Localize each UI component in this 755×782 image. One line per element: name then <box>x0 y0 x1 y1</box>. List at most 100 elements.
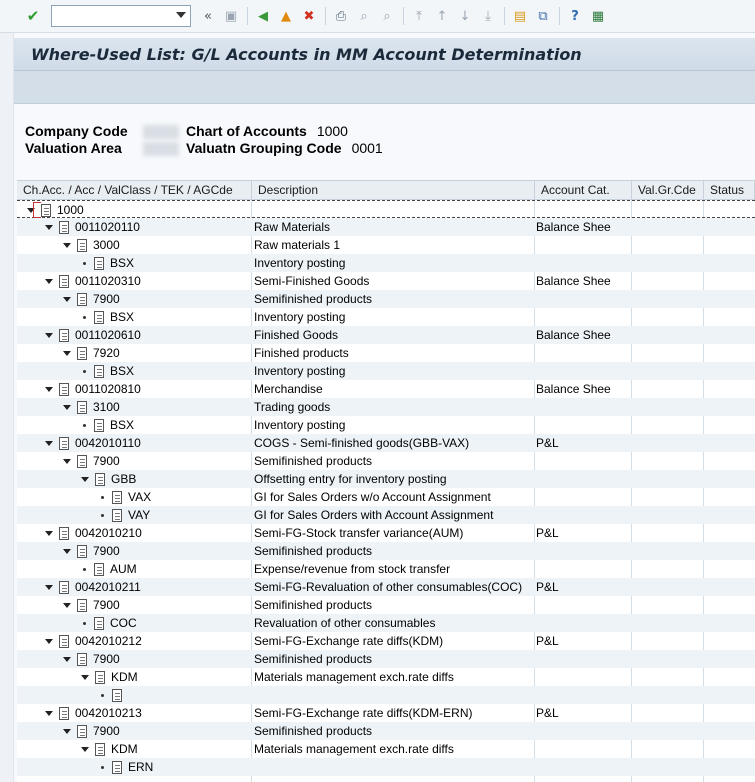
expand-arrow-icon[interactable] <box>63 350 71 356</box>
table-row[interactable]: 0042010213 Semi-FG-Exchange rate diffs(KD… <box>17 704 755 722</box>
tree-node[interactable]: VAY <box>99 506 150 524</box>
expand-arrow-icon[interactable] <box>63 602 71 608</box>
column-header-val-grouping-code[interactable]: Val.Gr.Cde <box>632 181 704 200</box>
expand-arrow-icon[interactable] <box>45 332 53 338</box>
tree-node[interactable]: BSX <box>81 254 134 272</box>
tree-node[interactable]: 3000 <box>63 236 120 254</box>
expand-arrow-icon[interactable] <box>63 404 71 410</box>
print-icon[interactable]: ⎙ <box>332 7 350 25</box>
tree-node[interactable]: 3100 <box>63 398 120 416</box>
tree-node[interactable]: 0011020610 <box>45 326 141 344</box>
check-icon[interactable]: ✔ <box>24 7 42 25</box>
expand-arrow-icon[interactable] <box>63 728 71 734</box>
tree-node[interactable]: KDM <box>81 668 138 686</box>
tree-node[interactable] <box>99 686 128 704</box>
tree-node[interactable]: BSX <box>81 362 134 380</box>
chevron-down-icon[interactable] <box>176 12 186 18</box>
table-row[interactable]: KDM Materials management exch.rate diffs <box>17 740 755 758</box>
table-row[interactable]: COC Revaluation of other consumables <box>17 614 755 632</box>
expand-arrow-icon[interactable] <box>45 584 53 590</box>
column-header-account-category[interactable]: Account Cat. <box>535 181 632 200</box>
next-page-icon[interactable]: ↓ <box>456 7 474 25</box>
table-row[interactable]: BSX Inventory posting <box>17 362 755 380</box>
shortcut-icon[interactable]: ⧉ <box>534 7 552 25</box>
expand-arrow-icon[interactable] <box>63 656 71 662</box>
expand-arrow-icon[interactable] <box>45 224 53 230</box>
table-row[interactable]: 7900 Semifinished products <box>17 290 755 308</box>
tree-node[interactable]: 0011020810 <box>45 380 141 398</box>
table-row[interactable]: 3000 Raw materials 1 <box>17 236 755 254</box>
tree-node[interactable]: 7900 <box>63 452 120 470</box>
expand-arrow-icon[interactable] <box>81 674 89 680</box>
table-row[interactable]: VAX GI for Sales Orders w/o Account Assig… <box>17 488 755 506</box>
table-row[interactable]: 0042010110 COGS - Semi-finished goods(GBB… <box>17 434 755 452</box>
expand-arrow-icon[interactable] <box>45 638 53 644</box>
table-row[interactable]: 0042010212 Semi-FG-Exchange rate diffs(KD… <box>17 632 755 650</box>
tree-node[interactable]: 7900 <box>63 722 120 740</box>
table-row[interactable]: GBB Offsetting entry for inventory postin… <box>17 470 755 488</box>
tree-node[interactable]: GBB <box>81 470 136 488</box>
table-row[interactable]: 0042010210 Semi-FG-Stock transfer varianc… <box>17 524 755 542</box>
expand-arrow-icon[interactable] <box>45 440 53 446</box>
expand-arrow-icon[interactable] <box>81 476 89 482</box>
tree-node[interactable]: 7900 <box>63 542 120 560</box>
tree-node[interactable]: KDM <box>81 740 138 758</box>
table-row[interactable] <box>17 686 755 704</box>
table-row[interactable]: 0011020810 Merchandise Balance Shee <box>17 380 755 398</box>
tree-node[interactable]: BSX <box>81 416 134 434</box>
expand-arrow-icon[interactable] <box>63 458 71 464</box>
tree-node[interactable]: 0042010211 <box>45 578 141 596</box>
tree-node[interactable]: 0042010213 <box>45 704 142 722</box>
table-row[interactable]: 7900 Semifinished products <box>17 452 755 470</box>
expand-arrow-icon[interactable] <box>81 746 89 752</box>
prev-page-icon[interactable]: ↑ <box>433 7 451 25</box>
find-next-icon[interactable]: ⌕ <box>378 7 396 25</box>
expand-arrow-icon[interactable] <box>45 386 53 392</box>
column-header-description[interactable]: Description <box>252 181 535 200</box>
exit-icon[interactable]: ▲ <box>277 7 295 25</box>
table-row[interactable]: 7920 Finished products <box>17 344 755 362</box>
tree-node[interactable]: 7900 <box>63 596 120 614</box>
cancel-icon[interactable]: ✖ <box>300 7 318 25</box>
back-icon[interactable]: ◀ <box>254 7 272 25</box>
expand-arrow-icon[interactable] <box>45 278 53 284</box>
table-row[interactable]: 0011020110 Raw Materials Balance Shee <box>17 218 755 236</box>
column-header-status[interactable]: Status <box>704 181 755 200</box>
table-row[interactable]: 7900 Semifinished products <box>17 722 755 740</box>
tree-node[interactable]: ERN <box>99 758 153 776</box>
tree-node[interactable]: AUM <box>81 560 137 578</box>
expand-arrow-icon[interactable] <box>63 548 71 554</box>
table-row[interactable]: 7900 Semifinished products <box>17 596 755 614</box>
table-row[interactable]: 7900 Semifinished products <box>17 542 755 560</box>
find-icon[interactable]: ⌕ <box>355 7 373 25</box>
table-row[interactable]: 7900 Semifinished products <box>17 650 755 668</box>
table-row[interactable]: 0011020610 Finished Goods Balance Shee <box>17 326 755 344</box>
last-page-icon[interactable]: ⤓ <box>479 7 497 25</box>
first-page-icon[interactable]: ⤒ <box>410 7 428 25</box>
table-row[interactable]: KDM Materials management exch.rate diffs <box>17 668 755 686</box>
expand-arrow-icon[interactable] <box>63 242 71 248</box>
tree-node[interactable]: 0042010210 <box>45 524 142 542</box>
expand-arrow-icon[interactable] <box>45 530 53 536</box>
save-icon[interactable]: ▣ <box>222 7 240 25</box>
tree-node[interactable]: 7900 <box>63 290 120 308</box>
tree-node[interactable]: 0011020310 <box>45 272 141 290</box>
tree-node[interactable]: 7900 <box>63 650 120 668</box>
tree-node[interactable]: 0011020110 <box>45 218 140 236</box>
table-row[interactable]: BSX Inventory posting <box>17 308 755 326</box>
tree-node[interactable]: COC <box>81 614 137 632</box>
table-row[interactable]: BSX Inventory posting <box>17 416 755 434</box>
expand-arrow-icon[interactable] <box>45 710 53 716</box>
customize-icon[interactable]: ▦ <box>589 7 607 25</box>
tree-node[interactable]: VAX <box>99 488 151 506</box>
table-row[interactable]: 3100 Trading goods <box>17 398 755 416</box>
table-row[interactable]: ERN <box>17 758 755 776</box>
table-row[interactable]: AUM Expense/revenue from stock transfer <box>17 560 755 578</box>
column-header-hierarchy[interactable]: Ch.Acc. / Acc / ValClass / TEK / AGCde <box>17 181 252 200</box>
command-field[interactable] <box>51 5 191 27</box>
table-row[interactable]: VAY GI for Sales Orders with Account Assi… <box>17 506 755 524</box>
create-session-icon[interactable]: ▤ <box>511 7 529 25</box>
back-arrows-icon[interactable]: « <box>199 7 217 25</box>
expand-arrow-icon[interactable] <box>63 296 71 302</box>
help-icon[interactable]: ? <box>566 7 584 25</box>
